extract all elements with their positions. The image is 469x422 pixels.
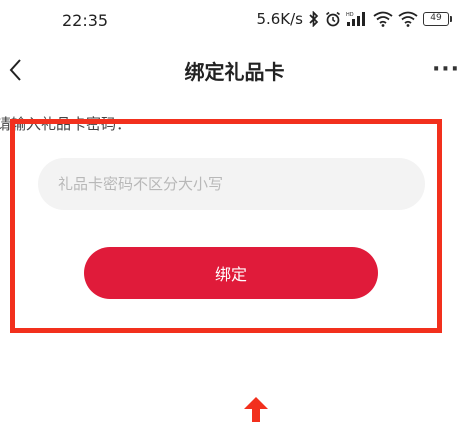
- highlight-frame: [10, 119, 442, 333]
- bind-button[interactable]: 绑定: [84, 247, 378, 299]
- status-icons: 5.6K/s HD 49: [256, 10, 452, 28]
- nav-bar: 绑定礼品卡 ···: [0, 44, 469, 96]
- signal-icon: HD: [346, 11, 368, 27]
- battery-icon: 49: [423, 12, 452, 26]
- hd-label: HD: [346, 12, 354, 18]
- status-bar: 22:35 5.6K/s HD 49: [0, 0, 469, 40]
- up-arrow-icon: [244, 397, 268, 422]
- chevron-left-icon: [9, 59, 21, 81]
- gift-card-code-input[interactable]: [38, 158, 425, 210]
- bluetooth-icon: [308, 11, 320, 27]
- network-speed: 5.6K/s: [256, 10, 303, 28]
- alarm-clock-icon: [325, 11, 341, 27]
- page-title: 绑定礼品卡: [184, 60, 285, 84]
- status-time: 22:35: [62, 11, 109, 30]
- back-button[interactable]: [0, 54, 30, 86]
- wifi-icon: [398, 11, 418, 27]
- wifi-icon: [373, 11, 393, 27]
- more-button[interactable]: ···: [429, 52, 463, 86]
